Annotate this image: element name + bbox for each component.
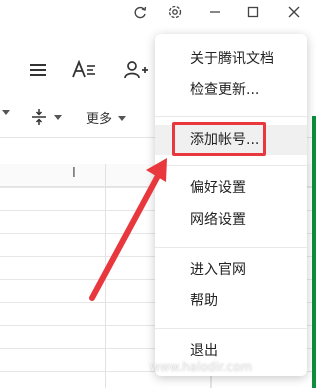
minimize-icon[interactable] [205, 2, 225, 22]
menu-divider [155, 116, 307, 117]
highlight-box [172, 122, 266, 156]
column-header-mark: I [72, 166, 76, 181]
menu-item-check-update[interactable]: 检查更新... [155, 75, 307, 105]
dropdown-arrow-icon[interactable] [2, 108, 10, 116]
font-icon[interactable] [70, 56, 98, 84]
close-icon[interactable] [284, 2, 304, 22]
menu-icon[interactable] [24, 56, 52, 84]
more-button[interactable]: 更多 [86, 108, 127, 127]
menu-item-network-settings[interactable]: 网络设置 [155, 205, 307, 235]
menu-item-about[interactable]: 关于腾讯文档 [155, 44, 307, 74]
scroll-edge-indicator [312, 116, 316, 388]
menu-item-help[interactable]: 帮助 [155, 286, 307, 316]
column-separator [105, 164, 106, 388]
menu-divider [155, 328, 307, 329]
add-user-icon[interactable] [122, 56, 150, 84]
window-titlebar [0, 0, 316, 26]
refresh-icon[interactable] [130, 2, 150, 22]
menu-divider [155, 247, 307, 248]
split-icon[interactable] [30, 108, 62, 126]
menu-item-official-site[interactable]: 进入官网 [155, 255, 307, 285]
menu-item-preferences[interactable]: 偏好设置 [155, 173, 307, 203]
more-label: 更多 [86, 112, 113, 127]
gear-icon[interactable] [165, 2, 185, 22]
menu-divider [155, 165, 307, 166]
watermark-text: www.halodir.com [150, 360, 253, 374]
maximize-icon[interactable] [243, 2, 263, 22]
settings-dropdown-menu: 关于腾讯文档 检查更新... 添加帐号... 偏好设置 网络设置 进入官网 帮助… [155, 34, 307, 376]
